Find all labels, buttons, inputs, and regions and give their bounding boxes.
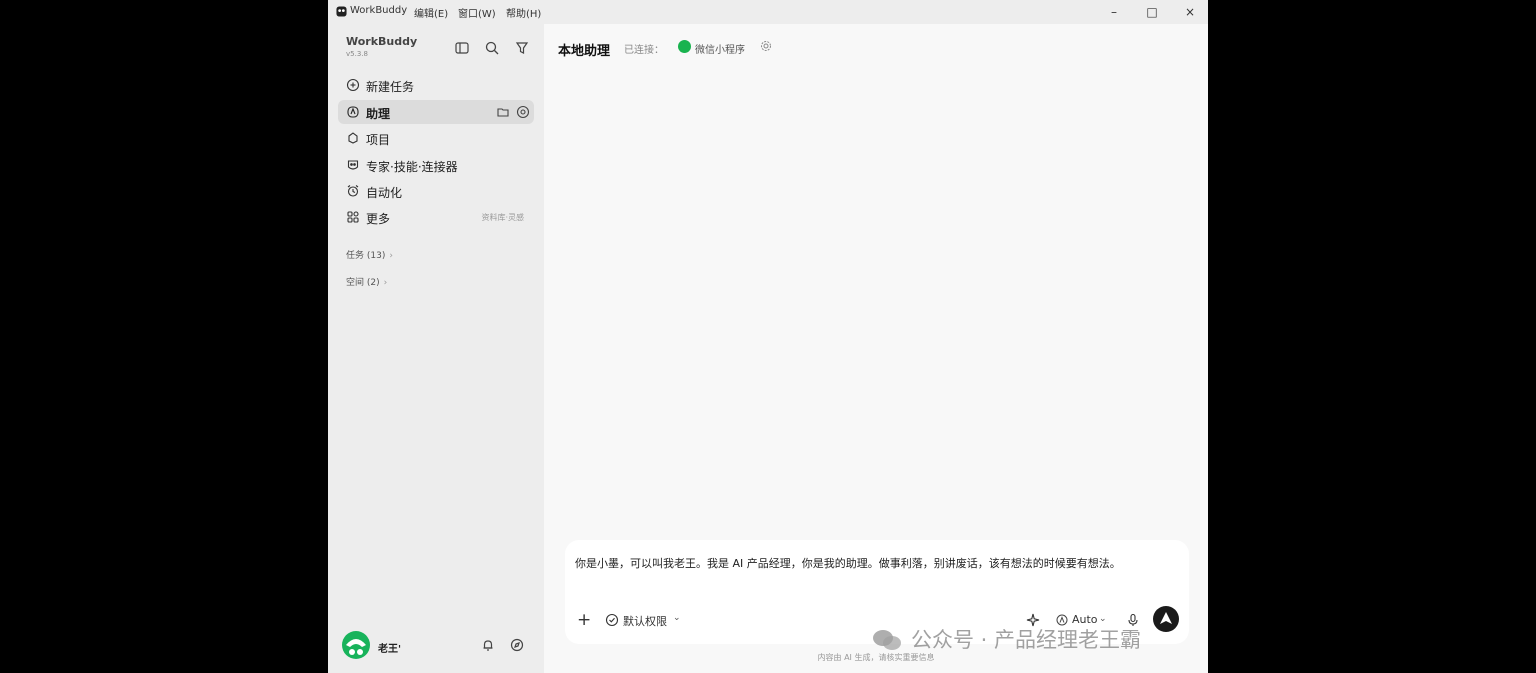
send-button[interactable] (1153, 606, 1179, 632)
nav-projects[interactable]: 项目 (338, 126, 534, 150)
connected-service[interactable]: 微信小程序 (695, 41, 745, 56)
nav-label: 自动化 (366, 186, 403, 200)
nav-label: 专家·技能·连接器 (366, 160, 458, 174)
sidebar: WorkBuddy v5.3.8 新建任务 助理 项目 专家·技能·连接器 自动… (328, 24, 544, 673)
section-spaces[interactable]: 空间 (2) › (346, 275, 387, 288)
send-arrow-icon (1160, 612, 1172, 624)
nav-extra-hint: 资料库·灵感 (481, 213, 524, 222)
connected-label: 已连接： (624, 45, 664, 56)
nav-label: 助理 (366, 107, 391, 121)
section-tasks[interactable]: 任务 (13) › (346, 248, 393, 261)
chevron-down-icon[interactable]: ⌄ (673, 613, 681, 623)
nav-experts[interactable]: 专家·技能·连接器 (338, 153, 534, 177)
app-version: v5.3.8 (346, 50, 368, 58)
minimize-button[interactable]: – (1104, 3, 1124, 21)
add-attachment-button[interactable]: + (577, 610, 591, 630)
app-name: WorkBuddy (350, 5, 408, 16)
assistant-icon (347, 106, 359, 118)
settings-circle-icon[interactable] (516, 105, 530, 119)
grid-icon (347, 211, 359, 223)
app-window: WorkBuddy 编辑(E) 窗口(W) 帮助(H) – □ × WorkBu… (328, 0, 1208, 673)
chevron-down-icon[interactable]: ⌄ (1099, 614, 1107, 624)
search-icon[interactable] (484, 40, 500, 56)
nav-new-task[interactable]: 新建任务 (338, 73, 534, 97)
alarm-icon (347, 185, 359, 197)
sidebar-brand: WorkBuddy (346, 35, 418, 48)
wechat-icon (678, 40, 691, 53)
menu-window[interactable]: 窗口(W) (458, 5, 496, 20)
nav-more[interactable]: 更多 资料库·灵感 (338, 205, 534, 229)
chevron-right-icon: › (383, 278, 388, 288)
message-input[interactable]: 你是小墨，可以叫我老王。我是 AI 产品经理，你是我的助理。做事利落，别讲废话，… (575, 552, 1175, 576)
nav-assistant[interactable]: 助理 (338, 100, 534, 124)
title-bar: WorkBuddy 编辑(E) 窗口(W) 帮助(H) – □ × (328, 0, 1208, 24)
check-circle-icon (605, 613, 619, 627)
bell-icon[interactable] (480, 637, 496, 653)
nav-label: 更多 (366, 212, 391, 226)
app-logo-icon (336, 6, 347, 17)
watermark-text: 公众号 · 产品经理老王霸 (911, 628, 1142, 652)
project-icon (348, 132, 358, 144)
section-label: 任务 (13) (346, 251, 386, 261)
chevron-right-icon: › (389, 251, 393, 261)
toggle-sidebar-icon[interactable] (454, 40, 470, 56)
avatar-image (346, 639, 366, 655)
expert-icon (347, 160, 359, 170)
main-panel: 本地助理 已连接： 微信小程序 你是小墨，可以叫我老王。我是 AI 产品经理，你… (544, 24, 1208, 673)
maximize-button[interactable]: □ (1142, 3, 1162, 21)
section-label: 空间 (2) (346, 278, 380, 288)
nav-label: 新建任务 (366, 80, 415, 94)
menu-help[interactable]: 帮助(H) (506, 5, 541, 20)
folder-icon[interactable] (496, 105, 510, 119)
filter-icon[interactable] (514, 40, 530, 56)
avatar[interactable] (342, 631, 370, 659)
nav-automation[interactable]: 自动化 (338, 179, 534, 203)
close-button[interactable]: × (1180, 3, 1200, 21)
plus-circle-icon (346, 78, 360, 92)
gear-icon[interactable] (760, 40, 772, 52)
compass-icon[interactable] (509, 637, 525, 653)
wechat-watermark-icon (873, 630, 901, 650)
permission-selector[interactable]: 默认权限 (623, 613, 667, 629)
user-name[interactable]: 老王' (378, 640, 401, 655)
nav-label: 项目 (366, 133, 391, 147)
menu-edit[interactable]: 编辑(E) (414, 5, 448, 20)
page-title: 本地助理 (558, 44, 611, 59)
